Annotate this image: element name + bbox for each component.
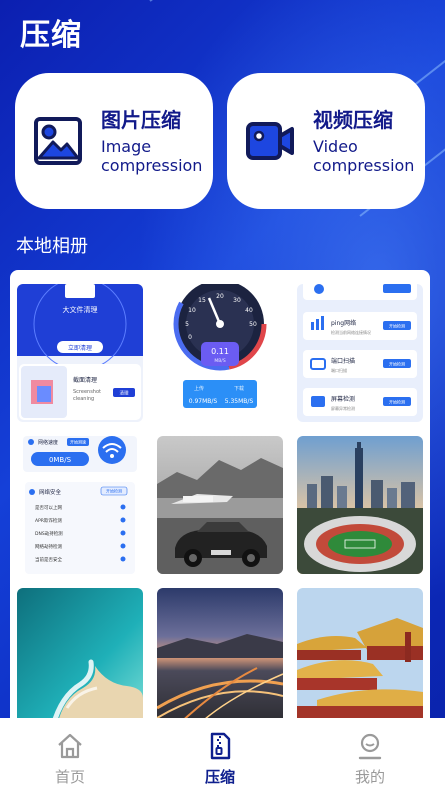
svg-text:0: 0 <box>188 334 192 341</box>
svg-text:截面清理: 截面清理 <box>73 376 97 384</box>
page-title: 压缩 <box>20 18 82 53</box>
svg-text:网络速度: 网络速度 <box>38 439 58 446</box>
svg-text:是否可以上网: 是否可以上网 <box>35 504 62 511</box>
photo-gallery: 大文件清理 立即清理 截面清理 Screenshot cleaning 清理 0… <box>10 270 430 730</box>
svg-text:开始检测: 开始检测 <box>389 361 405 367</box>
image-compression-title: 图片压缩 <box>101 108 181 132</box>
svg-text:MB/S: MB/S <box>214 358 225 364</box>
svg-text:屏幕检测: 屏幕检测 <box>331 395 355 403</box>
svg-text:DNS劫持检测: DNS劫持检测 <box>35 530 63 537</box>
video-camera-icon <box>246 122 294 160</box>
svg-text:20: 20 <box>216 293 224 300</box>
local-album-heading: 本地相册 <box>16 236 88 257</box>
svg-text:大文件清理: 大文件清理 <box>63 305 98 314</box>
svg-text:端口扫描: 端口扫描 <box>331 357 355 365</box>
svg-text:Screenshot: Screenshot <box>73 389 101 395</box>
photo-thumbnail-stadium-city[interactable] <box>297 436 423 574</box>
photo-thumbnail-beach-aerial[interactable] <box>17 588 143 726</box>
svg-text:清理: 清理 <box>120 390 129 397</box>
svg-text:ping网络: ping网络 <box>331 319 356 327</box>
video-compression-en-line1: Video <box>313 137 358 156</box>
photo-thumbnail-speed-test[interactable]: 0 5 10 15 20 30 40 50 0.11 MB/S 上传 下载 0.… <box>157 284 283 422</box>
zip-file-icon <box>210 732 231 760</box>
svg-text:网络安全: 网络安全 <box>39 488 62 496</box>
svg-text:10: 10 <box>188 307 196 314</box>
svg-text:检测当前网络连接情况: 检测当前网络连接情况 <box>331 329 371 335</box>
svg-text:网络劫持检测: 网络劫持检测 <box>35 543 62 550</box>
svg-text:5.35MB/S: 5.35MB/S <box>225 398 254 405</box>
tab-profile[interactable]: 我的 <box>310 718 430 795</box>
tab-compress[interactable]: 压缩 <box>160 718 280 795</box>
svg-text:开始检测: 开始检测 <box>106 488 122 494</box>
image-icon <box>34 117 82 165</box>
video-compression-title: 视频压缩 <box>313 108 393 132</box>
svg-text:30: 30 <box>233 297 241 304</box>
svg-text:0.97MB/S: 0.97MB/S <box>189 398 218 405</box>
video-compression-en-line2: compression <box>313 156 415 175</box>
photo-thumbnail-network-tools[interactable]: ping网络 检测当前网络连接情况 开始检测 端口扫描 端口扫描 开始检测 屏幕… <box>297 284 423 422</box>
svg-text:0.11: 0.11 <box>211 347 229 356</box>
svg-text:上传: 上传 <box>194 385 204 392</box>
tab-home[interactable]: 首页 <box>10 718 130 795</box>
video-compression-text: 视频压缩 Video compression <box>313 107 414 175</box>
svg-text:5: 5 <box>185 321 189 328</box>
svg-text:开始测速: 开始测速 <box>70 439 86 445</box>
home-icon <box>58 733 82 759</box>
svg-text:40: 40 <box>245 307 253 314</box>
video-compression-card[interactable]: 视频压缩 Video compression <box>227 73 425 209</box>
photo-thumbnail-palace[interactable] <box>297 588 423 726</box>
svg-text:下载: 下载 <box>234 385 244 392</box>
image-compression-card[interactable]: 图片压缩 Image compression <box>15 73 213 209</box>
bottom-tab-bar: 首页 压缩 我的 <box>0 718 445 795</box>
photo-thumbnail-cleanup-app[interactable]: 大文件清理 立即清理 截面清理 Screenshot cleaning 清理 <box>17 284 143 422</box>
svg-text:开始检测: 开始检测 <box>389 323 405 329</box>
svg-text:开始检测: 开始检测 <box>389 399 405 405</box>
svg-text:0MB/S: 0MB/S <box>49 456 72 464</box>
image-compression-en-line2: compression <box>101 156 203 175</box>
photo-thumbnail-dusk-highway[interactable] <box>157 588 283 726</box>
svg-text:端口扫描: 端口扫描 <box>331 367 347 373</box>
svg-text:当前是否安全: 当前是否安全 <box>35 556 62 563</box>
tab-compress-label: 压缩 <box>204 768 235 786</box>
image-compression-text: 图片压缩 Image compression <box>101 107 202 175</box>
image-compression-en-line1: Image <box>101 137 152 156</box>
svg-text:立即清理: 立即清理 <box>68 344 92 352</box>
svg-text:cleaning: cleaning <box>73 396 94 402</box>
tab-profile-label: 我的 <box>354 768 385 786</box>
photo-thumbnail-car-harbor[interactable] <box>157 436 283 574</box>
svg-text:50: 50 <box>249 321 257 328</box>
profile-icon <box>358 733 382 760</box>
svg-text:屏幕异常检测: 屏幕异常检测 <box>331 405 355 411</box>
decorative-stripe <box>149 0 206 2</box>
svg-text:APR欺诈检测: APR欺诈检测 <box>35 517 62 524</box>
photo-thumbnail-network-safety[interactable]: 网络速度 开始测速 0MB/S 网络安全 开始检测 是否可以上网 APR欺诈检测… <box>17 436 143 574</box>
tab-home-label: 首页 <box>54 768 85 786</box>
svg-text:15: 15 <box>198 297 206 304</box>
